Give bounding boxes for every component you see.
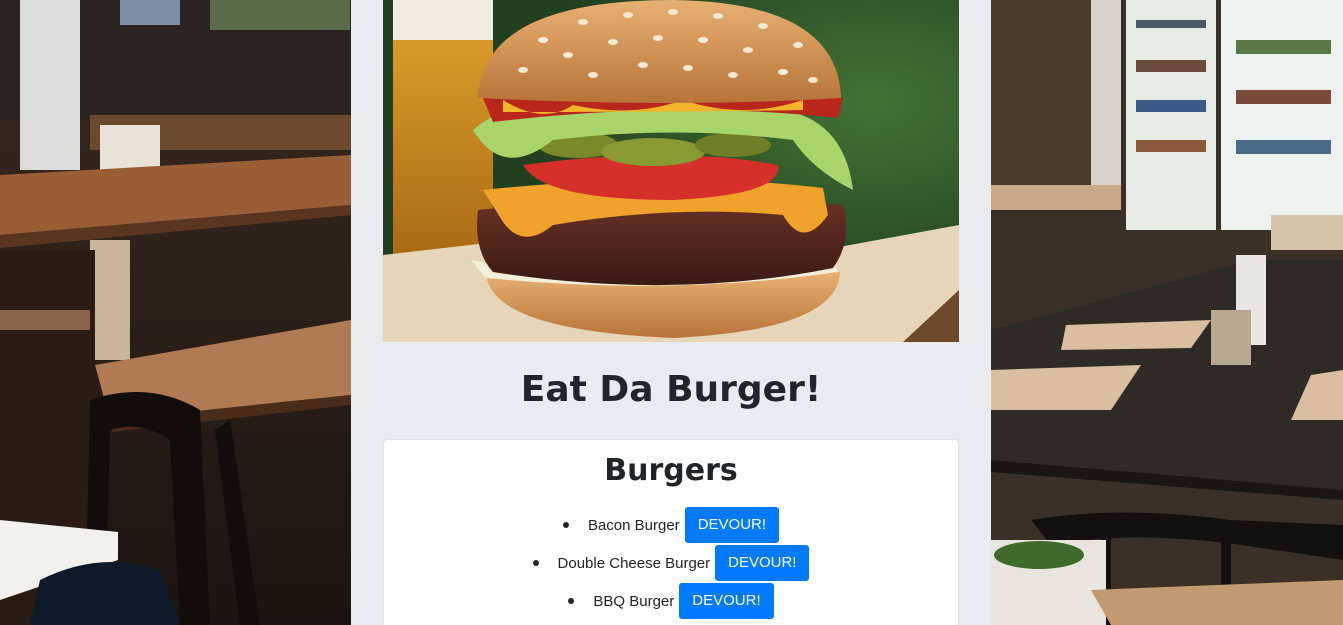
bullet-icon bbox=[532, 560, 539, 566]
burger-list-item: Bacon Burger DEVOUR! bbox=[384, 506, 958, 544]
burger-hero-image bbox=[383, 0, 959, 342]
burgers-card-title: Burgers bbox=[604, 453, 738, 488]
burgers-card: Burgers Bacon Burger DEVOUR! Double Chee… bbox=[383, 439, 959, 625]
burger-name: Bacon Burger bbox=[587, 516, 680, 534]
burger-list-item: Double Cheese Burger DEVOUR! bbox=[384, 544, 958, 582]
background-restaurant-left bbox=[0, 0, 351, 625]
page-title: Eat Da Burger! bbox=[520, 369, 822, 410]
main-container: Eat Da Burger! Burgers Bacon Burger DEVO… bbox=[351, 0, 991, 625]
burger-list: Bacon Burger DEVOUR! Double Cheese Burge… bbox=[384, 506, 958, 620]
devour-button[interactable]: DEVOUR! bbox=[715, 545, 810, 581]
burger-list-item: BBQ Burger DEVOUR! bbox=[384, 582, 958, 620]
burger-name: BBQ Burger bbox=[593, 592, 675, 610]
background-restaurant-right bbox=[991, 0, 1343, 625]
bullet-icon bbox=[562, 522, 569, 528]
devour-button[interactable]: DEVOUR! bbox=[679, 583, 774, 619]
devour-button[interactable]: DEVOUR! bbox=[684, 507, 780, 543]
burger-name: Double Cheese Burger bbox=[557, 554, 711, 572]
bullet-icon bbox=[568, 598, 575, 604]
burger-photo bbox=[383, 0, 959, 342]
